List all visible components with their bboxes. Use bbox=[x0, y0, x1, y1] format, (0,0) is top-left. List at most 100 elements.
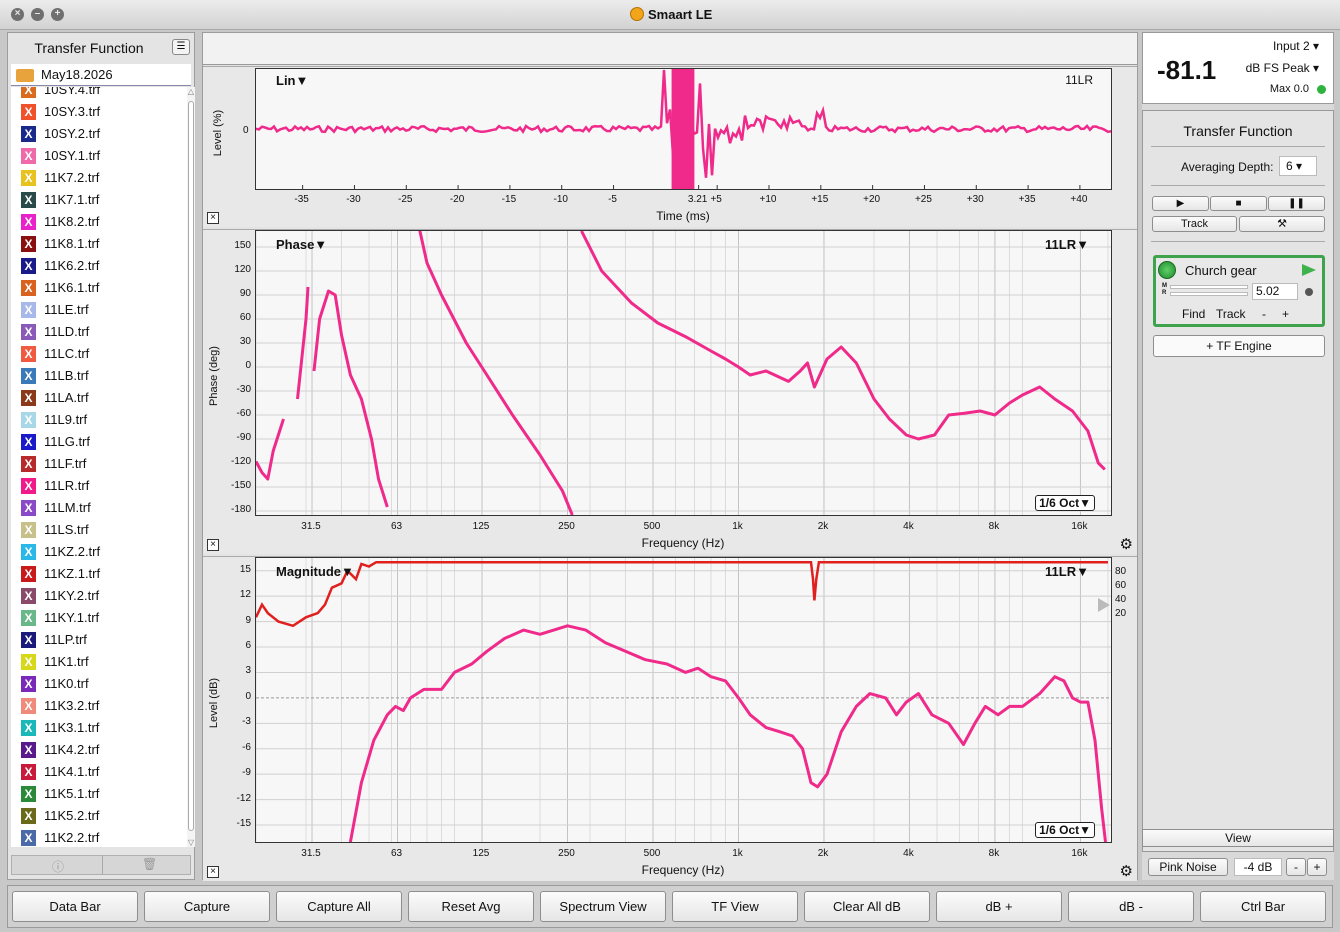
file-list-item[interactable]: X 11LG.trf bbox=[11, 431, 187, 453]
pink-noise-button[interactable]: Pink Noise bbox=[1148, 858, 1228, 876]
x-tick-label: 1k bbox=[732, 521, 743, 532]
file-list-item[interactable]: X 11K1.trf bbox=[11, 651, 187, 673]
engine-play-icon[interactable] bbox=[1302, 264, 1316, 276]
phase-smoothing-dropdown[interactable]: 1/6 Oct▼ bbox=[1035, 495, 1095, 511]
file-list-item[interactable]: X 11K4.2.trf bbox=[11, 739, 187, 761]
file-list-item[interactable]: X 11KY.1.trf bbox=[11, 607, 187, 629]
delay-plus-button[interactable]: + bbox=[1282, 307, 1289, 321]
magnitude-plot[interactable]: Magnitude▼ 11LR▼ 1/6 Oct▼ bbox=[255, 557, 1112, 843]
toolbar-button-capture-all[interactable]: Capture All bbox=[276, 891, 402, 922]
pause-button[interactable]: ❚❚ bbox=[1268, 196, 1325, 211]
tf-engine-card[interactable]: Church gear MR 5.02 Find Track - + bbox=[1153, 255, 1325, 327]
impulse-plot[interactable]: Lin▼ 11LR bbox=[255, 68, 1112, 190]
hamburger-menu-icon[interactable]: ☰ bbox=[172, 39, 190, 55]
close-phase-pane-button[interactable]: × bbox=[207, 539, 219, 551]
scroll-down-icon[interactable]: ▽ bbox=[187, 838, 195, 847]
toolbar-button-db-[interactable]: dB - bbox=[1068, 891, 1194, 922]
file-list-item[interactable]: X 11LM.trf bbox=[11, 497, 187, 519]
file-list-item[interactable]: X 11LE.trf bbox=[11, 299, 187, 321]
magnitude-scale-dropdown[interactable]: Magnitude▼ bbox=[276, 564, 354, 579]
file-list-item[interactable]: X 11LA.trf bbox=[11, 387, 187, 409]
averaging-select[interactable]: 6 ▾ bbox=[1279, 156, 1317, 176]
record-icon[interactable] bbox=[1305, 288, 1313, 296]
close-impulse-pane-button[interactable]: × bbox=[207, 212, 219, 224]
info-icon[interactable]: ⓘ bbox=[52, 858, 64, 875]
noise-plus-button[interactable]: + bbox=[1307, 858, 1327, 876]
file-list-item[interactable]: X 11K2.2.trf bbox=[11, 827, 187, 847]
stop-button[interactable]: ■ bbox=[1210, 196, 1267, 211]
file-list-item[interactable]: X 11K0.trf bbox=[11, 673, 187, 695]
file-list-item[interactable]: X 11LC.trf bbox=[11, 343, 187, 365]
file-list-item[interactable]: X 11KY.2.trf bbox=[11, 585, 187, 607]
file-list-scrollbar[interactable]: △ ▽ bbox=[187, 87, 195, 847]
close-window-button[interactable]: × bbox=[11, 8, 24, 21]
file-list-item[interactable]: X 11LD.trf bbox=[11, 321, 187, 343]
trash-icon[interactable]: 🗑 bbox=[142, 857, 157, 871]
magnitude-trace-dropdown[interactable]: 11LR▼ bbox=[1045, 564, 1089, 579]
file-list-item[interactable]: X 11K5.1.trf bbox=[11, 783, 187, 805]
file-list-item[interactable]: X 11K6.1.trf bbox=[11, 277, 187, 299]
toolbar-button-ctrl-bar[interactable]: Ctrl Bar bbox=[1200, 891, 1326, 922]
file-list-item[interactable]: X 11K7.1.trf bbox=[11, 189, 187, 211]
file-list-item[interactable]: X 10SY.2.trf bbox=[11, 123, 187, 145]
file-list-item[interactable]: X 10SY.4.trf bbox=[11, 87, 187, 101]
delay-field[interactable]: 5.02 bbox=[1252, 283, 1298, 300]
file-list-item[interactable]: X 11LS.trf bbox=[11, 519, 187, 541]
file-list-item[interactable]: X 11K6.2.trf bbox=[11, 255, 187, 277]
file-list-item[interactable]: X 11KZ.1.trf bbox=[11, 563, 187, 585]
file-list-item[interactable]: X 11LP.trf bbox=[11, 629, 187, 651]
file-list-item[interactable]: X 11K8.1.trf bbox=[11, 233, 187, 255]
file-list-item[interactable]: X 10SY.1.trf bbox=[11, 145, 187, 167]
input-select[interactable]: Input 2 ▾ bbox=[1273, 39, 1319, 53]
view-button[interactable]: View bbox=[1142, 829, 1334, 847]
toolbar-button-spectrum-view[interactable]: Spectrum View bbox=[540, 891, 666, 922]
find-button[interactable]: Find bbox=[1182, 307, 1205, 321]
noise-level-field[interactable]: -4 dB bbox=[1234, 858, 1282, 876]
file-list-item[interactable]: X 11LB.trf bbox=[11, 365, 187, 387]
noise-minus-button[interactable]: - bbox=[1286, 858, 1306, 876]
scrollbar-thumb[interactable] bbox=[188, 101, 194, 831]
file-list-item[interactable]: X 11LR.trf bbox=[11, 475, 187, 497]
file-list-item[interactable]: X 11K8.2.trf bbox=[11, 211, 187, 233]
magnitude-smoothing-dropdown[interactable]: 1/6 Oct▼ bbox=[1035, 822, 1095, 838]
file-list-item[interactable]: X 10SY.3.trf bbox=[11, 101, 187, 123]
delay-minus-button[interactable]: - bbox=[1262, 307, 1266, 321]
engine-name: Church gear bbox=[1185, 263, 1257, 278]
close-magnitude-pane-button[interactable]: × bbox=[207, 866, 219, 878]
toolbar-button-reset-avg[interactable]: Reset Avg bbox=[408, 891, 534, 922]
track-button[interactable]: Track bbox=[1152, 216, 1237, 232]
toolbar-button-clear-all-db[interactable]: Clear All dB bbox=[804, 891, 930, 922]
toolbar-button-tf-view[interactable]: TF View bbox=[672, 891, 798, 922]
file-list-item[interactable]: X 11K4.1.trf bbox=[11, 761, 187, 783]
x-tick-label: +40 bbox=[1070, 194, 1088, 205]
toolbar-button-capture[interactable]: Capture bbox=[144, 891, 270, 922]
file-list-item[interactable]: X 11K5.2.trf bbox=[11, 805, 187, 827]
file-list-item[interactable]: X 11K3.2.trf bbox=[11, 695, 187, 717]
phase-trace-dropdown[interactable]: 11LR▼ bbox=[1045, 237, 1089, 252]
tools-icon[interactable]: ⚒ bbox=[1239, 216, 1325, 232]
file-list-item[interactable]: X 11KZ.2.trf bbox=[11, 541, 187, 563]
file-list-item[interactable]: X 11K7.2.trf bbox=[11, 167, 187, 189]
zoom-window-button[interactable]: + bbox=[51, 8, 64, 21]
toolbar-button-data-bar[interactable]: Data Bar bbox=[12, 891, 138, 922]
phase-plot[interactable]: Phase▼ 11LR▼ 1/6 Oct▼ bbox=[255, 230, 1112, 516]
phase-scale-dropdown[interactable]: Phase▼ bbox=[276, 237, 327, 252]
folder-row[interactable]: May18.2026 bbox=[11, 64, 191, 86]
scroll-up-icon[interactable]: △ bbox=[187, 87, 195, 96]
file-list-item[interactable]: X 11K3.1.trf bbox=[11, 717, 187, 739]
phase-settings-gear-icon[interactable]: ⚙ bbox=[1120, 537, 1133, 552]
impulse-scale-dropdown[interactable]: Lin▼ bbox=[276, 73, 308, 88]
minimize-window-button[interactable]: – bbox=[31, 8, 44, 21]
engine-on-indicator-icon[interactable] bbox=[1158, 261, 1176, 279]
meter-unit-select[interactable]: dB FS Peak ▾ bbox=[1246, 61, 1319, 75]
magnitude-settings-gear-icon[interactable]: ⚙ bbox=[1120, 864, 1133, 879]
track-delay-button[interactable]: Track bbox=[1216, 307, 1246, 321]
coherence-scale-arrow-icon[interactable] bbox=[1098, 598, 1110, 612]
play-button[interactable]: ▶ bbox=[1152, 196, 1209, 211]
add-tf-engine-button[interactable]: + TF Engine bbox=[1153, 335, 1325, 357]
toolbar-button-db-[interactable]: dB + bbox=[936, 891, 1062, 922]
y-tick-label: -15 bbox=[236, 818, 251, 830]
file-list-item[interactable]: X 11L9.trf bbox=[11, 409, 187, 431]
y-tick-label: 0 bbox=[245, 690, 251, 702]
file-list-item[interactable]: X 11LF.trf bbox=[11, 453, 187, 475]
